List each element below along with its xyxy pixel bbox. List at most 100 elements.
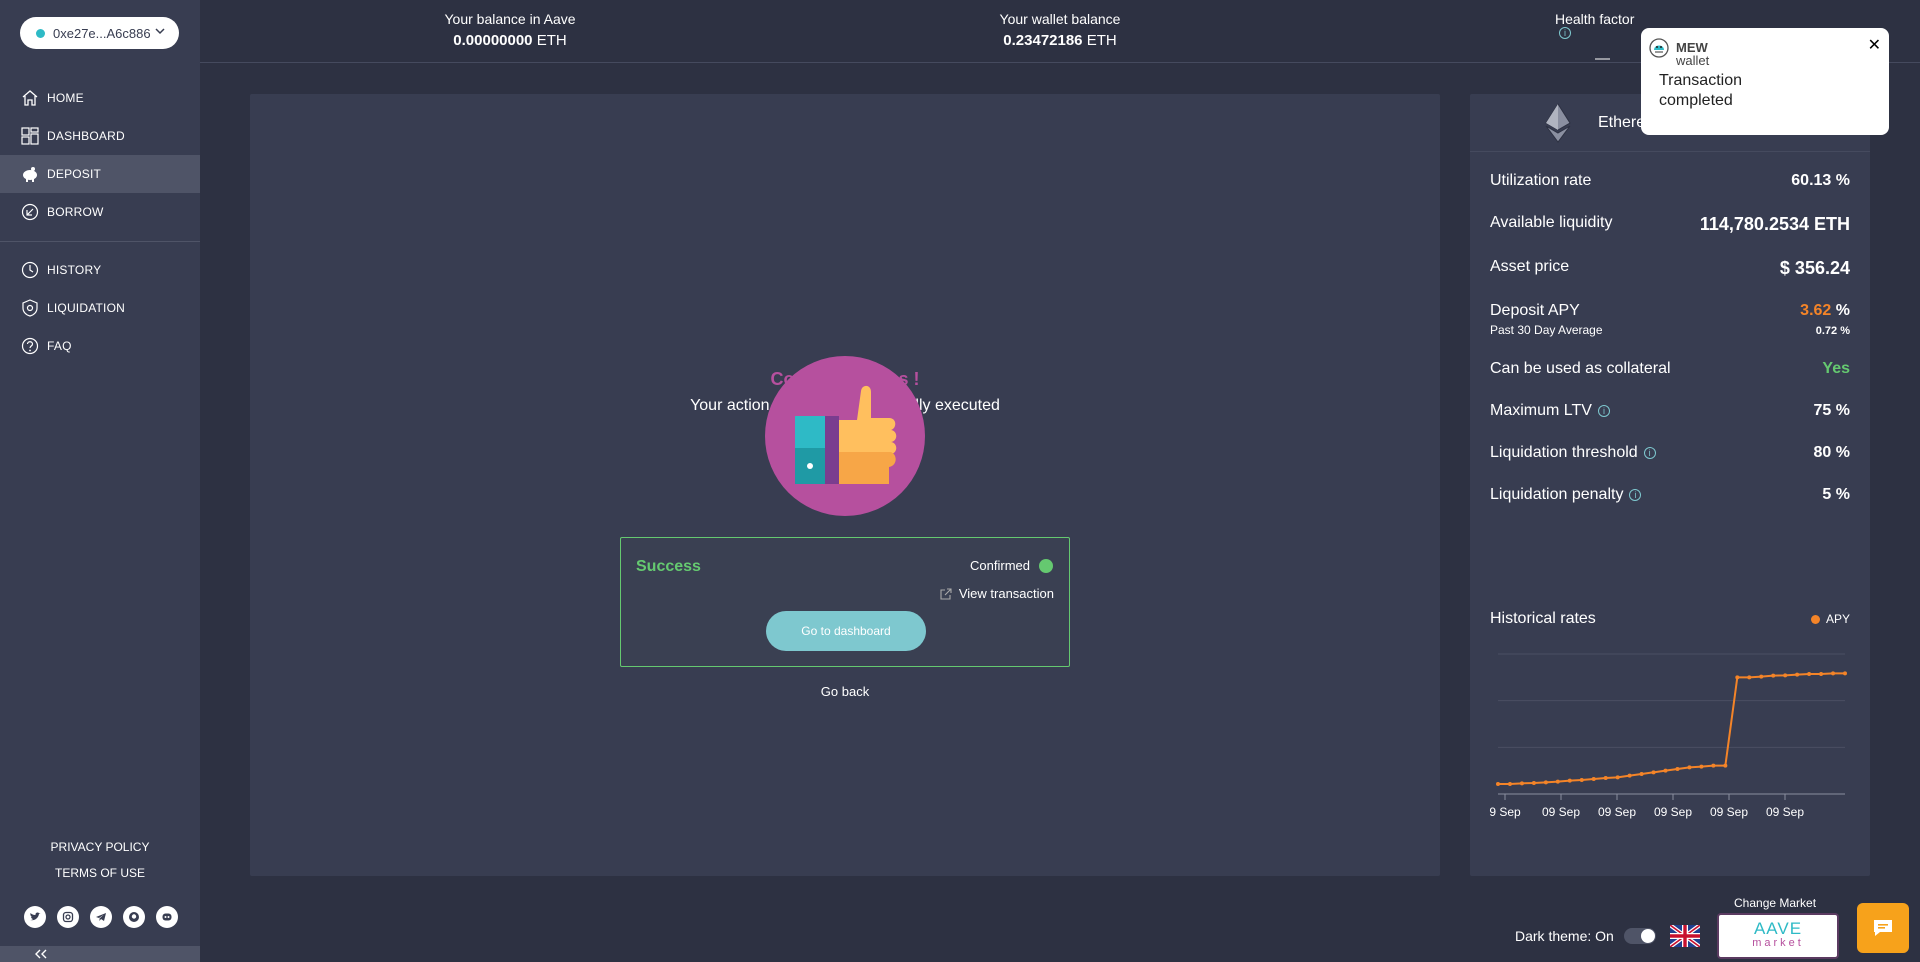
info-icon[interactable]: i (1597, 405, 1610, 417)
apy-data-point[interactable] (1735, 675, 1740, 680)
chevron-down-icon (155, 28, 165, 35)
wallet-status-dot (36, 28, 45, 38)
apy-data-point[interactable] (1771, 673, 1776, 678)
instagram-icon[interactable] (57, 906, 79, 928)
apy-data-point[interactable] (1843, 671, 1847, 676)
deposit-apy-label: Deposit APY (1490, 302, 1580, 319)
github-icon[interactable] (123, 906, 145, 928)
historical-rates-chart: 9 Sep 09 Sep 09 Sep 09 Sep 09 Sep 09 Sep (1489, 653, 1847, 819)
apy-data-point[interactable] (1699, 764, 1704, 769)
apy-data-point[interactable] (1663, 768, 1668, 773)
apy-data-point[interactable] (1496, 782, 1500, 786)
telegram-icon[interactable] (90, 906, 112, 928)
x-axis-tick-label: 09 Sep (1598, 805, 1636, 819)
info-icon[interactable]: i (1643, 447, 1656, 459)
apy-data-point[interactable] (1651, 770, 1656, 775)
home-icon (22, 90, 38, 106)
apy-data-point[interactable] (1507, 782, 1512, 786)
success-status-box: Success Confirmed View transaction Go to… (620, 537, 1070, 667)
apy-data-point[interactable] (1711, 763, 1716, 768)
terms-of-use-link[interactable]: TERMS OF USE (0, 866, 200, 880)
collapse-sidebar-button[interactable] (0, 946, 200, 962)
reserve-info-panel: Ethere Utilization rate 60.13 % Availabl… (1470, 94, 1870, 876)
x-axis-tick-label: 09 Sep (1654, 805, 1692, 819)
asset-price-label: Asset price (1490, 258, 1570, 275)
mew-wallet-logo-icon (1649, 38, 1669, 58)
apy-data-point[interactable] (1795, 672, 1800, 677)
apy-data-point[interactable] (1603, 776, 1608, 780)
view-transaction-link[interactable]: View transaction (939, 586, 1054, 601)
go-to-dashboard-button[interactable]: Go to dashboard (766, 611, 926, 651)
historical-rates-title: Historical rates (1490, 610, 1596, 627)
nav-item-liquidation[interactable]: LIQUIDATION (0, 289, 200, 327)
apy-data-point[interactable] (1543, 780, 1548, 785)
deposit-apy-value: 3.62 (1800, 302, 1832, 319)
nav-item-label: BORROW (47, 205, 104, 219)
market-subtitle: market (1752, 937, 1804, 949)
nav-item-faq[interactable]: FAQ (0, 327, 200, 365)
info-icon[interactable]: i (1559, 27, 1571, 39)
apy-data-point[interactable] (1555, 779, 1560, 784)
twitter-icon[interactable] (24, 906, 46, 928)
discord-icon[interactable] (156, 906, 178, 928)
view-transaction-label: View transaction (958, 586, 1054, 601)
go-back-link[interactable]: Go back (250, 684, 1440, 699)
apy-legend-label: APY (1825, 612, 1850, 626)
apy-data-point[interactable] (1627, 773, 1632, 778)
apy-data-point[interactable] (1819, 672, 1824, 676)
apy-data-point[interactable] (1831, 671, 1836, 676)
wallet-balance: Your wallet balance 0.23472186 ETH (975, 11, 1145, 49)
collateral-label: Can be used as collateral (1490, 360, 1671, 377)
dark-theme-toggle[interactable]: Dark theme: On (1515, 928, 1656, 944)
shield-icon (22, 299, 38, 317)
nav-item-dashboard[interactable]: DASHBOARD (0, 117, 200, 155)
borrow-icon (21, 203, 39, 221)
liquidation-penalty-label: Liquidation penalty (1490, 486, 1624, 503)
privacy-policy-link[interactable]: PRIVACY POLICY (0, 840, 200, 854)
apy-data-point[interactable] (1783, 673, 1788, 678)
apy-data-point[interactable] (1675, 767, 1680, 771)
deposit-apy-value-row: 3.62 % (1800, 302, 1850, 320)
apy-data-point[interactable] (1591, 777, 1596, 781)
x-axis-tick-label: 9 Sep (1489, 805, 1521, 819)
history-icon (21, 261, 39, 279)
sidebar: 0xe27e...A6c886 HOME DASHBOARD DEPOSIT B… (0, 0, 200, 962)
aave-balance-label: Your balance in Aave (444, 11, 576, 27)
wallet-address-button[interactable]: 0xe27e...A6c886 (20, 17, 179, 49)
apy-data-point[interactable] (1567, 778, 1572, 783)
liquidation-threshold-label: Liquidation threshold (1490, 444, 1638, 461)
dark-theme-switch[interactable] (1623, 928, 1656, 944)
utilization-rate-label: Utilization rate (1490, 172, 1592, 189)
info-icon[interactable]: i (1629, 489, 1642, 501)
success-label: Success (636, 558, 701, 575)
apy-data-point[interactable] (1639, 772, 1644, 776)
market-name: AAVE (1753, 919, 1803, 938)
apy-data-point[interactable] (1687, 765, 1692, 770)
nav-item-borrow[interactable]: BORROW (0, 193, 200, 231)
nav-item-history[interactable]: HISTORY (0, 251, 200, 289)
nav-item-home[interactable]: HOME (0, 79, 200, 117)
close-icon[interactable]: ✕ (1868, 35, 1881, 55)
market-selector-button[interactable]: AAVE market (1719, 915, 1837, 957)
apy-data-point[interactable] (1579, 778, 1584, 782)
max-ltv-value: 75 % (1813, 402, 1850, 419)
apy-data-point[interactable] (1747, 675, 1752, 680)
apy-data-point[interactable] (1519, 781, 1524, 786)
apy-data-point[interactable] (1531, 781, 1536, 785)
health-factor-label: Health factori (1555, 11, 1645, 45)
apy-data-point[interactable] (1723, 763, 1728, 768)
utilization-rate-row: Utilization rate 60.13 % (1490, 172, 1850, 190)
external-link-icon (940, 587, 952, 600)
collateral-row: Can be used as collateral Yes (1490, 360, 1850, 378)
deposit-apy-row: Deposit APY Past 30 Day Average 3.62 % 0… (1490, 302, 1850, 337)
chat-support-button[interactable] (1857, 903, 1909, 953)
max-ltv-label: Maximum LTV (1490, 402, 1592, 419)
uk-flag-icon[interactable] (1670, 925, 1700, 947)
wallet-balance-label: Your wallet balance (999, 11, 1121, 27)
apy-data-point[interactable] (1759, 674, 1764, 679)
toast-brand: MEW wallet (1676, 41, 1709, 67)
nav-item-deposit[interactable]: DEPOSIT (0, 155, 200, 193)
apy-data-point[interactable] (1807, 672, 1812, 676)
piggy-bank-icon (23, 167, 37, 182)
apy-data-point[interactable] (1615, 775, 1620, 780)
